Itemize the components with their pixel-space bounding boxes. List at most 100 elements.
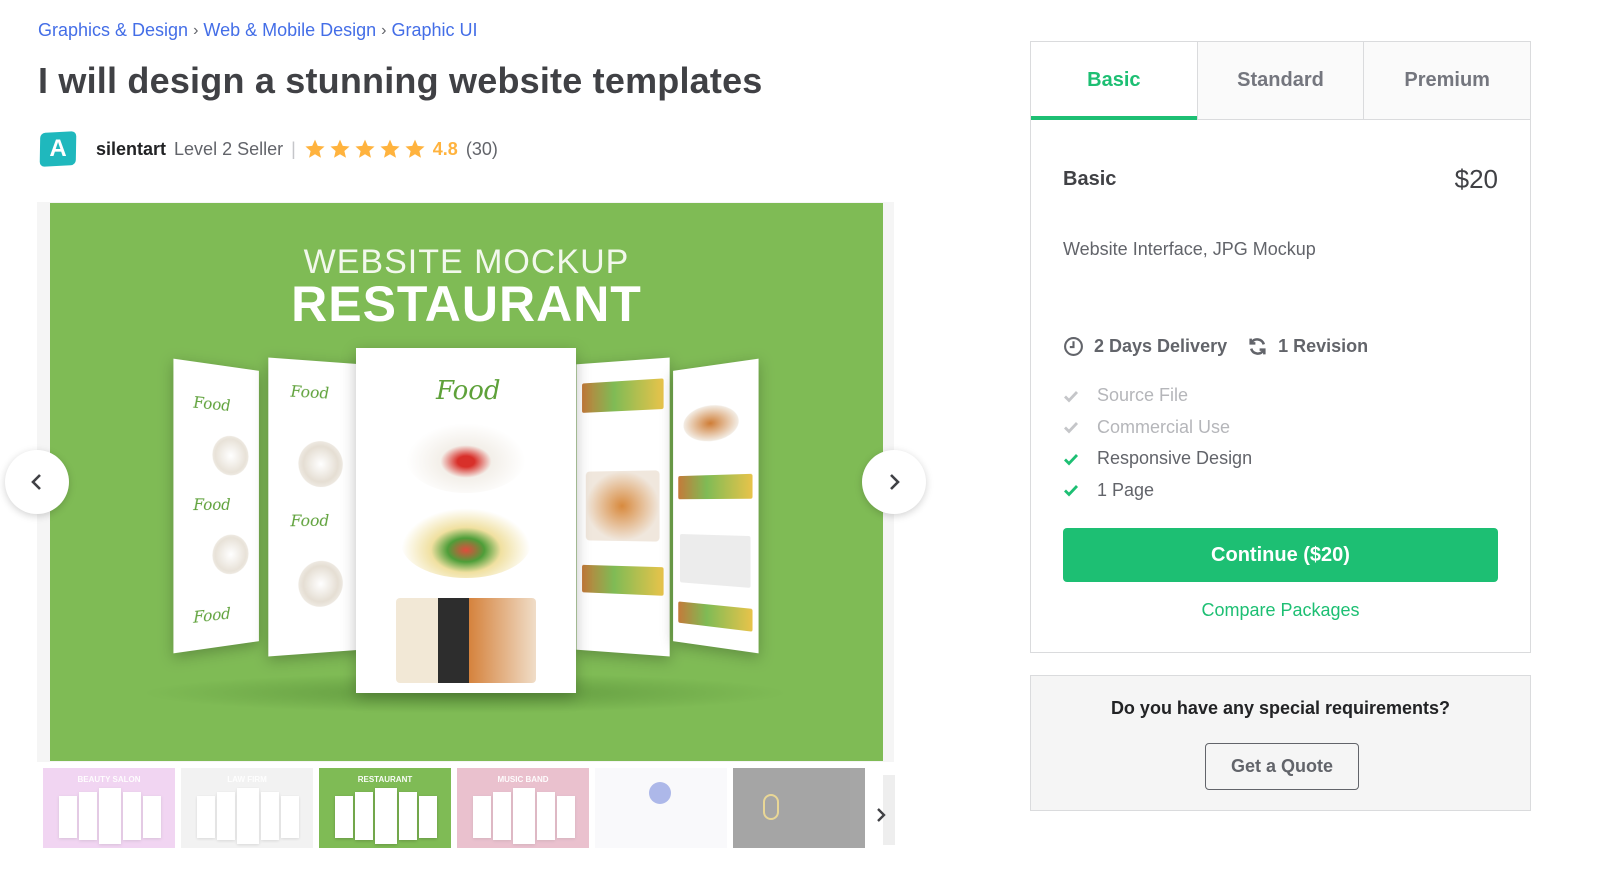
special-requirements-box: Do you have any special requirements? Ge… [1030,675,1531,811]
mockup-page-center: Food [356,348,576,693]
thumbnail[interactable]: MUSIC BAND [457,768,589,848]
thumbnail[interactable] [733,768,865,848]
breadcrumb-item-graphics-design[interactable]: Graphics & Design [38,20,188,41]
thumbnail-mockup-page [335,796,353,838]
star-rating [304,138,429,160]
thumbnail-mockup-page [261,792,279,840]
chevron-left-icon [31,474,41,490]
mockup-food [406,423,526,493]
chevron-right-icon [877,808,886,822]
thumbnail-title: MUSIC BAND [497,775,549,784]
compare-packages-link[interactable]: Compare Packages [1031,600,1530,621]
feature-item: 1 Page [1063,475,1252,507]
divider: | [291,138,296,159]
mockup-page [673,358,759,654]
tab-standard[interactable]: Standard [1196,42,1364,119]
mockup-food [396,598,536,683]
tab-premium[interactable]: Premium [1363,42,1531,119]
review-count[interactable]: (30) [466,139,498,160]
seller-name[interactable]: silentart [96,139,166,160]
gig-title: I will design a stunning website templat… [38,60,763,101]
breadcrumb-item-web-mobile-design[interactable]: Web & Mobile Design [203,20,376,41]
mockup-logo: Food [436,376,501,406]
mockup-logo: Food [193,392,231,416]
mockup-logo: Food [193,494,231,515]
package-name: Basic [1063,168,1117,190]
thumbnail-mockup-page [237,788,259,844]
star-icon [329,138,351,160]
delivery-time: 2 Days Delivery [1063,336,1227,357]
thumbnail-mockup-page [59,796,77,838]
thumbnail[interactable]: LAW FIRM [181,768,313,848]
thumbnail-mockup-page [375,788,397,844]
image-headline: RESTAURANT [291,276,642,332]
package-description: Website Interface, JPG Mockup [1063,239,1316,259]
thumbnail-mockup-page [537,792,555,840]
breadcrumb: Graphics & Design › Web & Mobile Design … [38,20,478,41]
seller-level: Level 2 Seller [174,138,284,159]
star-icon [404,138,426,160]
delivery-label: 2 Days Delivery [1094,336,1228,356]
package-header: Basic $20 [1063,164,1498,195]
star-icon [379,138,401,160]
avatar[interactable]: A [38,130,78,168]
gallery-prev-button[interactable] [5,450,69,514]
package-panel: Basic Standard Premium Basic $20 Website… [1030,41,1531,653]
mockup-logo: Food [290,510,330,531]
feature-label: Responsive Design [1097,448,1253,469]
mockup-food [582,378,664,413]
thumbnail-mockup-page [493,792,511,840]
special-requirements-question: Do you have any special requirements? [1110,698,1451,718]
feature-item: Commercial Use [1063,412,1252,444]
mockup-food [298,560,343,608]
mockup-food [298,440,343,488]
thumbnail-mockup-page [281,796,299,838]
seller-overview: A silentart Level 2 Seller | 4.8 (30) [38,131,498,167]
feature-item: Source File [1063,380,1252,412]
check-icon [1064,453,1079,466]
star-icon [354,138,376,160]
check-icon [1064,422,1079,434]
package-price: $20 [1454,164,1498,194]
thumbnail-mockup-page [197,796,215,838]
mockup-food [683,402,739,444]
thumbnail-mockup-page [99,788,121,844]
thumbnail-title: RESTAURANT [357,775,413,784]
refresh-icon [1249,338,1266,355]
thumbnail-title: BEAUTY SALON [77,775,141,784]
thumbnail[interactable]: RESTAURANT [319,768,451,848]
check-icon [1064,485,1079,497]
thumbnail-mockup-page [217,792,235,840]
mockup-page [576,357,670,657]
mockup-food [679,534,751,588]
tab-basic[interactable]: Basic [1031,42,1197,120]
feature-item: Responsive Design [1063,443,1252,475]
thumbnail-mockup-page [399,792,417,840]
feature-label: 1 Page [1097,479,1155,500]
thumbnail[interactable] [595,768,727,848]
gallery-next-button[interactable] [862,450,926,514]
feature-label: Source File [1097,385,1189,406]
thumbnail-strip: BEAUTY SALON LAW FIRM RESTAURANT MUSIC BAND [43,768,871,848]
revisions-label: 1 Revision [1278,336,1369,356]
thumbnail-mockup-page [513,788,535,844]
mockup-logo: Food [290,381,330,403]
thumbnail-mockup-page [419,796,437,838]
thumbnail-mockup-page [123,792,141,840]
continue-button[interactable]: Continue ($20) [1063,528,1498,582]
package-tabs: Basic Standard Premium [1031,42,1531,120]
breadcrumb-separator: › [381,21,387,39]
thumbnail-next-button[interactable] [870,800,892,830]
gallery-main-image[interactable]: WEBSITE MOCKUP RESTAURANT Food Food Food… [50,203,883,761]
mockup-food [401,508,531,578]
thumbnail-mockup-page [79,792,97,840]
get-quote-button[interactable]: Get a Quote [1205,743,1359,790]
thumbnail-mockup-page [355,792,373,840]
mockup-food [678,601,753,632]
mockup-food [582,564,664,596]
mockup-logo: Food [193,603,231,627]
thumbnail[interactable]: BEAUTY SALON [43,768,175,848]
avatar-letter: A [49,135,67,162]
thumbnail-logo [763,794,779,820]
breadcrumb-item-graphic-ui[interactable]: Graphic UI [391,20,477,41]
